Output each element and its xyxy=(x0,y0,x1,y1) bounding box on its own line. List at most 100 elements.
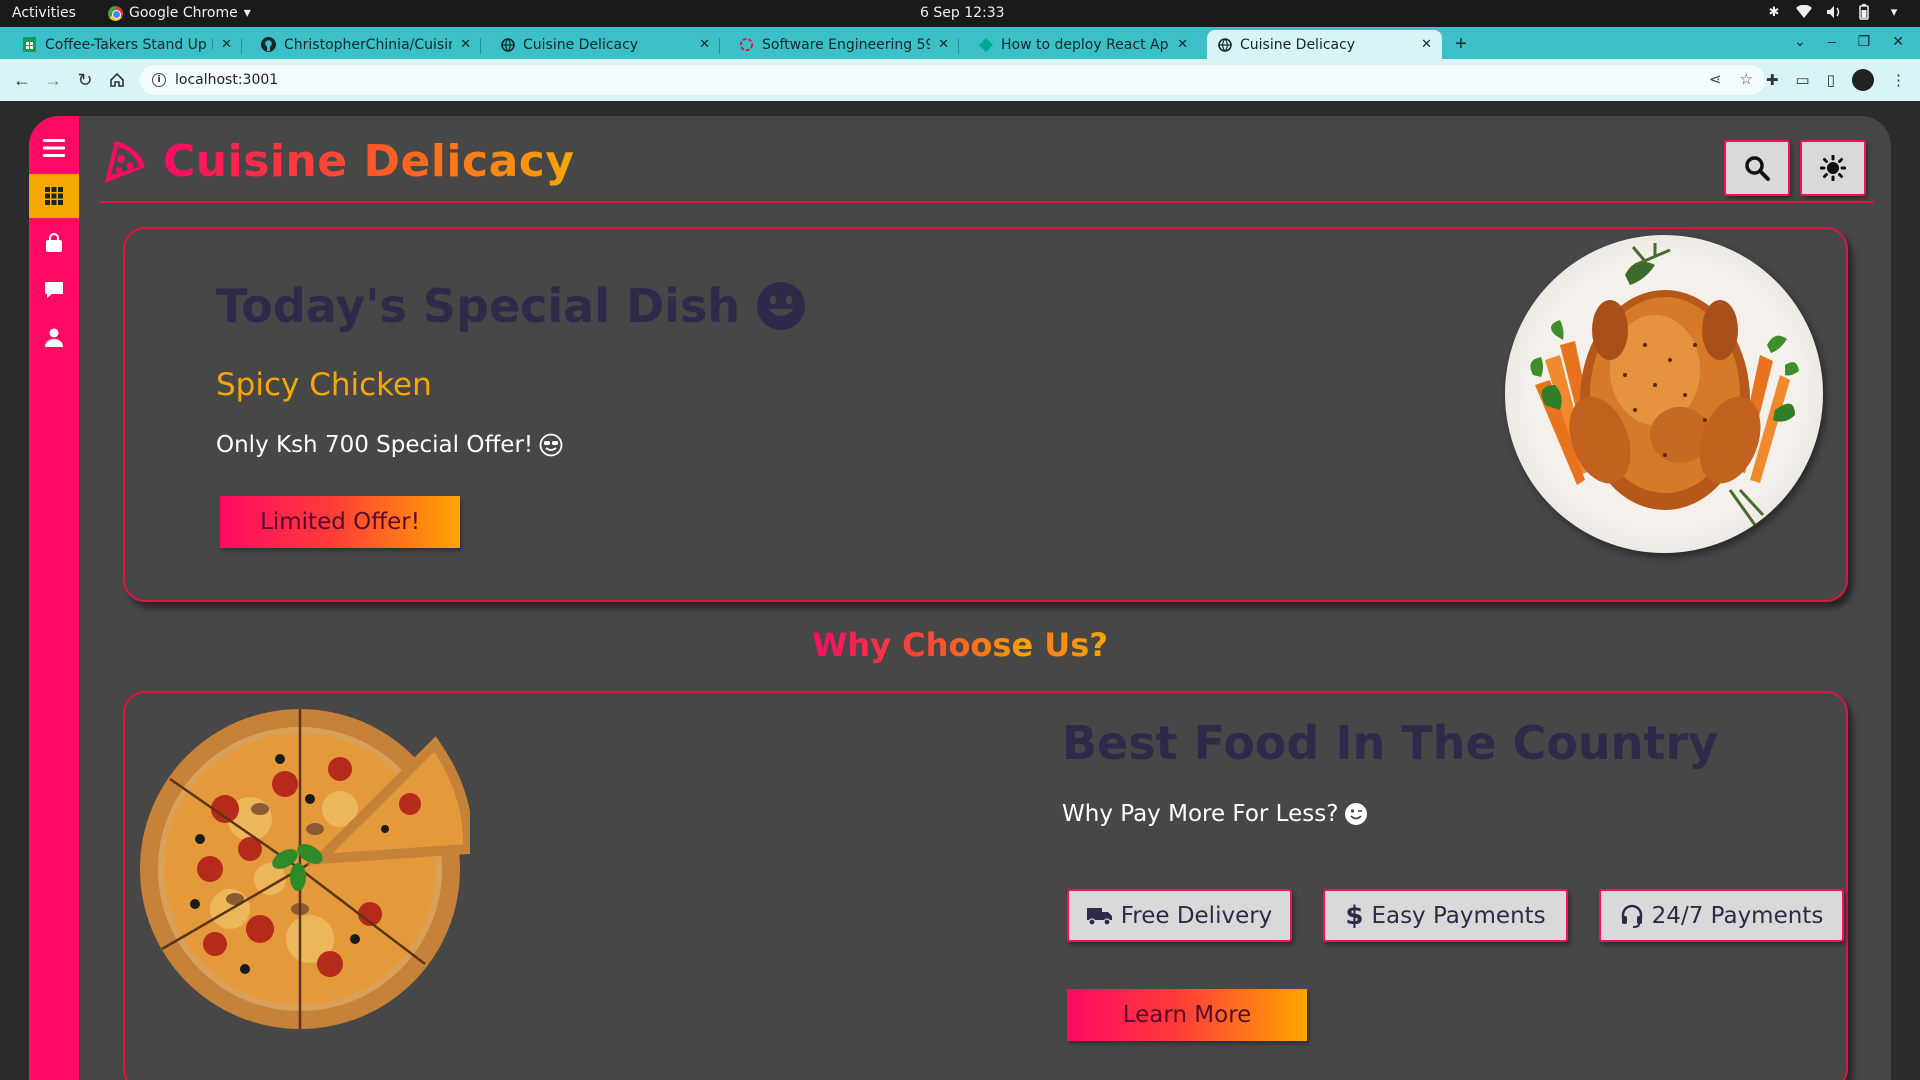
special-heading-text: Today's Special Dish xyxy=(216,279,741,333)
roast-chicken-illustration xyxy=(1530,243,1799,526)
tab-title: How to deploy React App xyxy=(1001,36,1170,53)
system-tray[interactable]: ✱ ▾ xyxy=(1766,4,1902,20)
app-menu-label: Google Chrome xyxy=(129,5,238,21)
share-icon[interactable]: ⋖ xyxy=(1709,70,1722,88)
sidebar-item-messages[interactable] xyxy=(29,268,79,312)
power-menu-icon[interactable]: ▾ xyxy=(1886,4,1902,20)
search-button[interactable] xyxy=(1724,140,1790,196)
reload-icon[interactable]: ↻ xyxy=(72,67,98,93)
sidebar-item-shop[interactable] xyxy=(29,221,79,265)
cast-icon[interactable]: ▭ xyxy=(1796,71,1810,89)
volume-icon[interactable] xyxy=(1826,4,1842,20)
slack-icon[interactable]: ✱ xyxy=(1766,4,1782,20)
feature-label: Easy Payments xyxy=(1371,902,1546,929)
close-tab-icon[interactable]: ✕ xyxy=(221,37,232,52)
tab-cuisine-delicacy-active[interactable]: Cuisine Delicacy ✕ xyxy=(1207,30,1442,59)
limited-offer-button[interactable]: Limited Offer! xyxy=(220,496,460,548)
learn-more-button[interactable]: Learn More xyxy=(1067,989,1307,1041)
tab-github[interactable]: ChristopherChinia/Cuisin ✕ xyxy=(251,30,481,59)
why-choose-us-title: Why Choose Us? xyxy=(29,626,1891,664)
maximize-icon[interactable]: ❐ xyxy=(1858,33,1871,50)
minimize-icon[interactable]: – xyxy=(1828,33,1836,50)
clock[interactable]: 6 Sep 12:33 xyxy=(920,5,1005,21)
wifi-icon[interactable] xyxy=(1796,4,1812,20)
close-tab-icon[interactable]: ✕ xyxy=(1421,37,1432,52)
tab-title: Software Engineering 59 xyxy=(762,36,931,53)
headset-icon xyxy=(1621,904,1642,928)
grid-icon xyxy=(45,187,63,205)
sun-icon xyxy=(1820,155,1846,181)
browser-toolbar: ← → ↻ i localhost:3001 ⋖ ☆ ✚ ▭ ▯ ⋮ xyxy=(0,59,1920,101)
forward-arrow-icon[interactable]: → xyxy=(40,67,66,93)
free-delivery-button[interactable]: Free Delivery xyxy=(1067,889,1292,942)
battery-icon[interactable] xyxy=(1856,4,1872,20)
tab-strip: Coffee-Takers Stand Up Li ✕ ChristopherC… xyxy=(0,27,1920,59)
theme-toggle-button[interactable] xyxy=(1800,140,1866,196)
user-icon xyxy=(45,328,63,347)
easy-payments-button[interactable]: $ Easy Payments xyxy=(1323,889,1568,942)
offer-text: Only Ksh 700 Special Offer! xyxy=(216,432,563,458)
app-container: Cuisine Delicacy Today's Special Dish Sp… xyxy=(29,116,1891,1080)
feature-label: Free Delivery xyxy=(1120,902,1273,929)
sidebar-item-dashboard[interactable] xyxy=(29,174,79,218)
chrome-menu-icon[interactable]: ⋮ xyxy=(1891,71,1906,89)
github-icon xyxy=(261,37,276,52)
side-panel-icon[interactable]: ▯ xyxy=(1827,71,1835,89)
extensions-icon[interactable]: ✚ xyxy=(1766,71,1779,89)
support-button[interactable]: 24/7 Payments xyxy=(1599,889,1844,942)
close-tab-icon[interactable]: ✕ xyxy=(460,37,471,52)
url-text: localhost:3001 xyxy=(175,72,279,88)
close-tab-icon[interactable]: ✕ xyxy=(699,37,710,52)
close-tab-icon[interactable]: ✕ xyxy=(938,37,949,52)
special-dish-card: Today's Special Dish Spicy Chicken Only … xyxy=(123,227,1848,602)
sunglasses-emoji-icon xyxy=(539,433,563,457)
why-choose-card: Best Food In The Country Why Pay More Fo… xyxy=(123,691,1848,1080)
header-divider xyxy=(99,201,1874,203)
app-menu[interactable]: Google Chrome ▾ xyxy=(108,5,251,21)
sidebar-menu-toggle[interactable] xyxy=(29,126,79,170)
tab-deploy-react[interactable]: How to deploy React App ✕ xyxy=(968,30,1198,59)
feature-label: 24/7 Payments xyxy=(1651,902,1824,929)
site-info-icon[interactable]: i xyxy=(152,73,166,87)
search-icon xyxy=(1745,156,1770,181)
wink-emoji-icon xyxy=(1345,803,1368,825)
special-dish-heading: Today's Special Dish xyxy=(216,279,806,333)
close-window-icon[interactable]: ✕ xyxy=(1892,33,1904,50)
tab-title: Coffee-Takers Stand Up Li xyxy=(45,36,214,53)
tab-software-engineering[interactable]: Software Engineering 59 ✕ xyxy=(729,30,959,59)
address-bar[interactable]: i localhost:3001 ⋖ ☆ xyxy=(140,65,1765,95)
chrome-icon xyxy=(108,5,123,21)
new-tab-button[interactable]: + xyxy=(1455,33,1467,56)
brand[interactable]: Cuisine Delicacy xyxy=(99,136,575,187)
close-tab-icon[interactable]: ✕ xyxy=(1177,37,1188,52)
profile-avatar[interactable] xyxy=(1852,69,1874,91)
brand-name: Cuisine Delicacy xyxy=(163,136,575,187)
why-title-part2: Us? xyxy=(1033,626,1108,664)
spicy-chicken-image xyxy=(1505,235,1823,553)
tab-coffee-takers[interactable]: Coffee-Takers Stand Up Li ✕ xyxy=(12,30,242,59)
truck-icon xyxy=(1086,907,1112,926)
tab-cuisine-delicacy-1[interactable]: Cuisine Delicacy ✕ xyxy=(490,30,720,59)
menu-icon xyxy=(43,139,65,157)
dollar-icon: $ xyxy=(1345,900,1364,931)
system-top-bar: Activities Google Chrome ▾ 6 Sep 12:33 ✱… xyxy=(0,0,1920,27)
home-icon[interactable] xyxy=(104,67,130,93)
activities-button[interactable]: Activities xyxy=(12,5,76,21)
offer-label: Only Ksh 700 Special Offer! xyxy=(216,432,534,458)
globe-icon xyxy=(1217,37,1232,52)
caret-down-icon: ▾ xyxy=(243,5,251,21)
page-viewport: Cuisine Delicacy Today's Special Dish Sp… xyxy=(0,101,1920,1080)
tab-search-icon[interactable]: ⌄ xyxy=(1794,33,1806,50)
window-controls: ⌄ – ❐ ✕ xyxy=(1794,33,1904,50)
smile-icon xyxy=(757,282,806,330)
sheets-icon xyxy=(22,37,37,52)
tab-title: ChristopherChinia/Cuisin xyxy=(284,36,453,53)
globe-icon xyxy=(500,37,515,52)
shopping-bag-icon xyxy=(46,233,62,252)
pizza-slice-icon xyxy=(105,140,145,183)
back-arrow-icon[interactable]: ← xyxy=(9,67,35,93)
sidebar-item-profile[interactable] xyxy=(29,315,79,359)
bookmark-star-icon[interactable]: ☆ xyxy=(1740,70,1753,88)
tab-title: Cuisine Delicacy xyxy=(1240,36,1356,53)
loading-icon xyxy=(739,37,754,52)
